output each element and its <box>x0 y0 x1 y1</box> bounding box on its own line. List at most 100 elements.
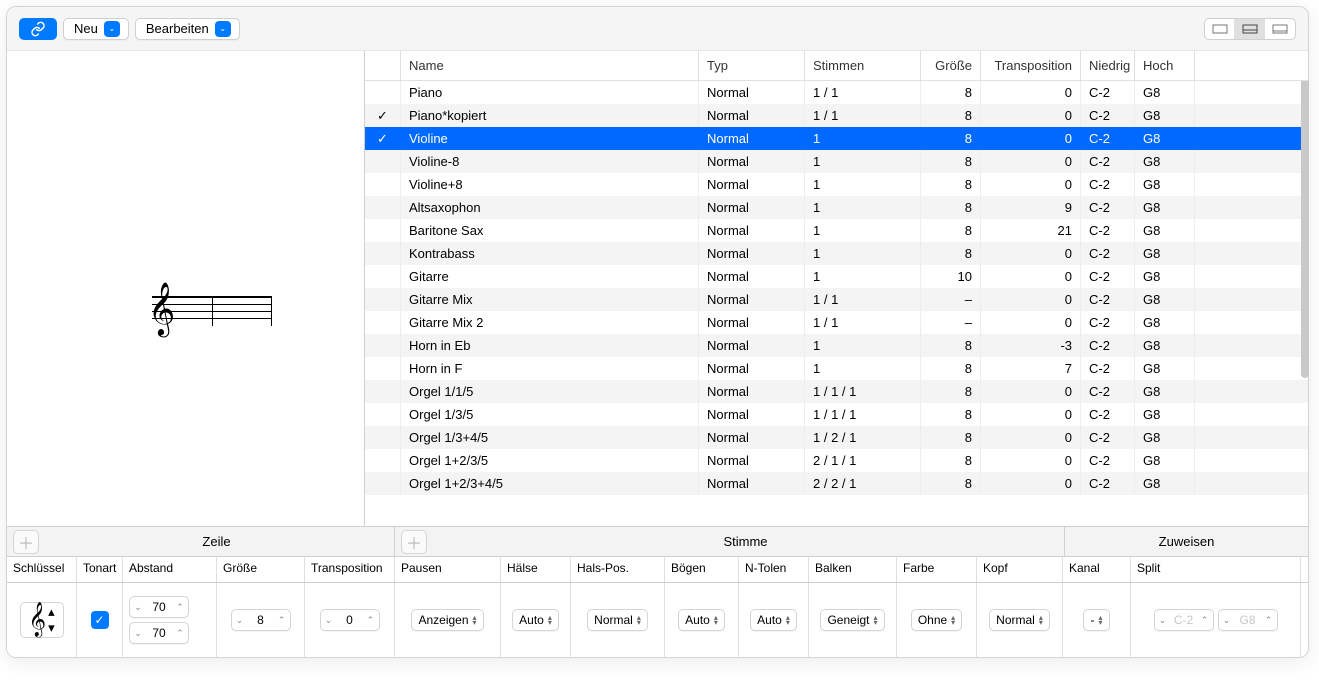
h-kopf: Kopf <box>977 557 1063 582</box>
halspos-select[interactable]: Normal▴▾ <box>587 609 648 631</box>
row-niedrig: C-2 <box>1081 449 1135 472</box>
table-row[interactable]: Gitarre Mix 2Normal1 / 1–0C-2G8 <box>365 311 1308 334</box>
boegen-select[interactable]: Auto▴▾ <box>678 609 725 631</box>
row-check <box>365 81 401 104</box>
col-groesse[interactable]: Größe <box>921 51 981 80</box>
table-row[interactable]: Gitarre MixNormal1 / 1–0C-2G8 <box>365 288 1308 311</box>
row-groesse: 8 <box>921 219 981 242</box>
row-stimmen: 1 / 1 <box>805 81 921 104</box>
row-hoch: G8 <box>1135 334 1195 357</box>
bearbeiten-button[interactable]: Bearbeiten ⌄ <box>135 18 240 40</box>
row-name: Baritone Sax <box>401 219 699 242</box>
col-name[interactable]: Name <box>401 51 699 80</box>
col-typ[interactable]: Typ <box>699 51 805 80</box>
row-stimmen: 1 / 1 / 1 <box>805 403 921 426</box>
table-row[interactable]: Orgel 1+2/3/5Normal2 / 1 / 180C-2G8 <box>365 449 1308 472</box>
row-typ: Normal <box>699 403 805 426</box>
h-abstand: Abstand <box>123 557 217 582</box>
add-zeile-button[interactable]: ＋ <box>13 530 39 554</box>
view-split[interactable] <box>1235 19 1265 39</box>
row-groesse: 8 <box>921 150 981 173</box>
clef-select[interactable]: 𝄞▴▾ <box>20 602 64 638</box>
transposition-stepper[interactable]: ⌄0⌃ <box>320 609 380 631</box>
view-single[interactable] <box>1205 19 1235 39</box>
pausen-select[interactable]: Anzeigen▴▾ <box>411 609 483 631</box>
row-groesse: 8 <box>921 242 981 265</box>
balken-select[interactable]: Geneigt▴▾ <box>820 609 884 631</box>
col-hoch[interactable]: Hoch <box>1135 51 1195 80</box>
row-name: Orgel 1+2/3/5 <box>401 449 699 472</box>
section-zeile: ＋ Zeile <box>7 527 395 556</box>
row-groesse: 8 <box>921 449 981 472</box>
row-niedrig: C-2 <box>1081 150 1135 173</box>
row-niedrig: C-2 <box>1081 426 1135 449</box>
split-pane-icon <box>1242 24 1258 34</box>
col-stimmen[interactable]: Stimmen <box>805 51 921 80</box>
row-trans: 0 <box>981 472 1081 495</box>
row-stimmen: 1 / 1 <box>805 104 921 127</box>
row-check <box>365 265 401 288</box>
table-row[interactable]: Violine-8Normal180C-2G8 <box>365 150 1308 173</box>
col-niedrig[interactable]: Niedrig <box>1081 51 1135 80</box>
row-check <box>365 403 401 426</box>
h-kanal: Kanal <box>1063 557 1131 582</box>
table-row[interactable]: Horn in EbNormal18-3C-2G8 <box>365 334 1308 357</box>
farbe-select[interactable]: Ohne▴▾ <box>911 609 962 631</box>
row-check: ✓ <box>365 104 401 127</box>
split-low-stepper[interactable]: ⌄C-2⌃ <box>1154 609 1214 631</box>
row-trans: 0 <box>981 173 1081 196</box>
table-row[interactable]: ✓ViolineNormal180C-2G8 <box>365 127 1308 150</box>
row-name: Gitarre <box>401 265 699 288</box>
row-trans: 0 <box>981 150 1081 173</box>
kopf-select[interactable]: Normal▴▾ <box>989 609 1050 631</box>
h-farbe: Farbe <box>897 557 977 582</box>
row-check <box>365 173 401 196</box>
zuweisen-title: Zuweisen <box>1065 534 1308 549</box>
row-typ: Normal <box>699 380 805 403</box>
table-row[interactable]: Violine+8Normal180C-2G8 <box>365 173 1308 196</box>
table-row[interactable]: Horn in FNormal187C-2G8 <box>365 357 1308 380</box>
table-row[interactable]: AltsaxophonNormal189C-2G8 <box>365 196 1308 219</box>
row-niedrig: C-2 <box>1081 242 1135 265</box>
ntolen-select[interactable]: Auto▴▾ <box>750 609 797 631</box>
row-trans: 21 <box>981 219 1081 242</box>
link-button[interactable] <box>19 18 57 40</box>
table-row[interactable]: KontrabassNormal180C-2G8 <box>365 242 1308 265</box>
scrollbar[interactable] <box>1301 78 1309 528</box>
row-typ: Normal <box>699 472 805 495</box>
table-row[interactable]: GitarreNormal1100C-2G8 <box>365 265 1308 288</box>
row-groesse: 8 <box>921 81 981 104</box>
scrollbar-thumb[interactable] <box>1301 78 1309 378</box>
staff-lines: 𝄞 <box>152 296 272 324</box>
haelse-select[interactable]: Auto▴▾ <box>512 609 559 631</box>
row-trans: 9 <box>981 196 1081 219</box>
add-stimme-button[interactable]: ＋ <box>401 530 427 554</box>
row-hoch: G8 <box>1135 127 1195 150</box>
row-stimmen: 1 <box>805 150 921 173</box>
table-row[interactable]: PianoNormal1 / 180C-2G8 <box>365 81 1308 104</box>
instrument-table[interactable]: Name Typ Stimmen Größe Transposition Nie… <box>365 51 1308 526</box>
split-high-stepper[interactable]: ⌄G8⌃ <box>1218 609 1278 631</box>
row-check <box>365 242 401 265</box>
table-row[interactable]: ✓Piano*kopiertNormal1 / 180C-2G8 <box>365 104 1308 127</box>
tonart-checkbox[interactable]: ✓ <box>91 611 109 629</box>
abstand-bottom-stepper[interactable]: ⌄70⌃ <box>129 622 189 644</box>
table-row[interactable]: Orgel 1/1/5Normal1 / 1 / 180C-2G8 <box>365 380 1308 403</box>
kanal-select[interactable]: -▴▾ <box>1083 609 1109 631</box>
row-hoch: G8 <box>1135 242 1195 265</box>
row-check <box>365 219 401 242</box>
section-stimme: ＋ Stimme <box>395 527 1065 556</box>
table-row[interactable]: Orgel 1/3+4/5Normal1 / 2 / 180C-2G8 <box>365 426 1308 449</box>
groesse-stepper[interactable]: ⌄8⌃ <box>231 609 291 631</box>
table-row[interactable]: Orgel 1/3/5Normal1 / 1 / 180C-2G8 <box>365 403 1308 426</box>
row-typ: Normal <box>699 265 805 288</box>
col-transposition[interactable]: Transposition <box>981 51 1081 80</box>
view-bottom[interactable] <box>1265 19 1295 39</box>
row-typ: Normal <box>699 242 805 265</box>
abstand-top-stepper[interactable]: ⌄70⌃ <box>129 596 189 618</box>
neu-button[interactable]: Neu ⌄ <box>63 18 129 40</box>
table-row[interactable]: Baritone SaxNormal1821C-2G8 <box>365 219 1308 242</box>
table-row[interactable]: Orgel 1+2/3+4/5Normal2 / 2 / 180C-2G8 <box>365 472 1308 495</box>
row-hoch: G8 <box>1135 150 1195 173</box>
row-stimmen: 1 <box>805 219 921 242</box>
